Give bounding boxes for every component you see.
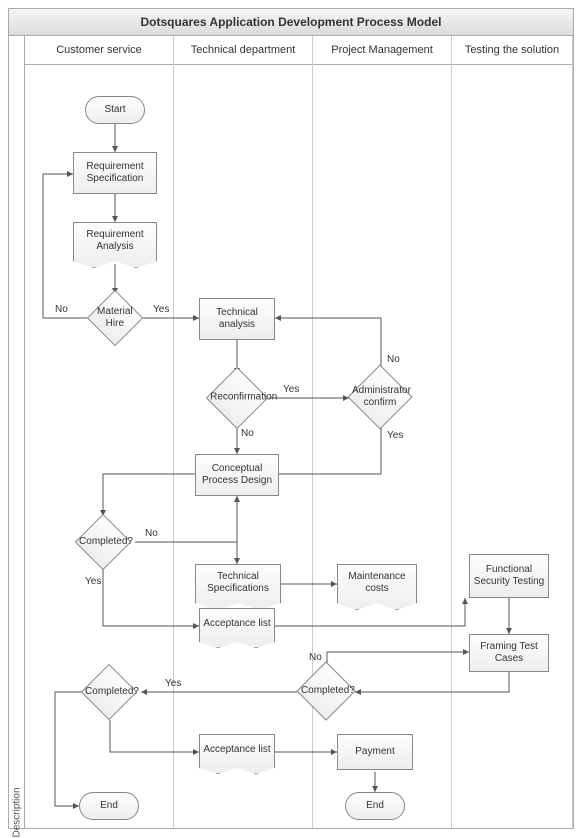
node-maintenance-costs: Maintenance costs	[337, 564, 417, 610]
label-completed3-no: No	[309, 652, 322, 663]
label-reconfirm-no: No	[241, 428, 254, 439]
node-end-1: End	[79, 792, 139, 820]
node-conceptual-process-design: Conceptual Process Design	[195, 454, 279, 496]
diagram-panel: Dotsquares Application Development Proce…	[8, 8, 574, 829]
label-admin-yes: Yes	[387, 430, 403, 441]
lane-header-2: Technical department	[174, 36, 312, 65]
node-functional-security-testing: Functional Security Testing	[469, 554, 549, 598]
node-start: Start	[85, 96, 145, 124]
description-label: Description	[11, 787, 22, 837]
label-completed3-yes: Yes	[165, 678, 181, 689]
node-acceptance-list-2: Acceptance list	[199, 734, 275, 774]
diagram-title: Dotsquares Application Development Proce…	[9, 9, 573, 36]
lane-header-3: Project Management	[313, 36, 451, 65]
label-admin-no: No	[387, 354, 400, 365]
node-technical-specifications: Technical Specifications	[195, 564, 281, 610]
lane-testing-solution: Testing the solution	[452, 36, 573, 828]
node-end-2: End	[345, 792, 405, 820]
node-requirement-specification: Requirement Specification	[73, 152, 157, 194]
label-completed1-no: No	[145, 528, 158, 539]
lane-header-1: Customer service	[25, 36, 173, 65]
diagram-body: Description Customer service Technical d…	[9, 36, 573, 828]
label-material-yes: Yes	[153, 304, 169, 315]
label-completed1-yes: Yes	[85, 576, 101, 587]
node-acceptance-list-1: Acceptance list	[199, 608, 275, 648]
label-reconfirm-yes: Yes	[283, 384, 299, 395]
node-framing-test-cases: Framing Test Cases	[469, 634, 549, 672]
node-technical-analysis: Technical analysis	[199, 298, 275, 340]
description-strip: Description	[9, 36, 25, 828]
swimlanes: Customer service Technical department Pr…	[25, 36, 573, 828]
lane-header-4: Testing the solution	[452, 36, 572, 65]
label-material-no: No	[55, 304, 68, 315]
node-payment: Payment	[337, 734, 413, 770]
